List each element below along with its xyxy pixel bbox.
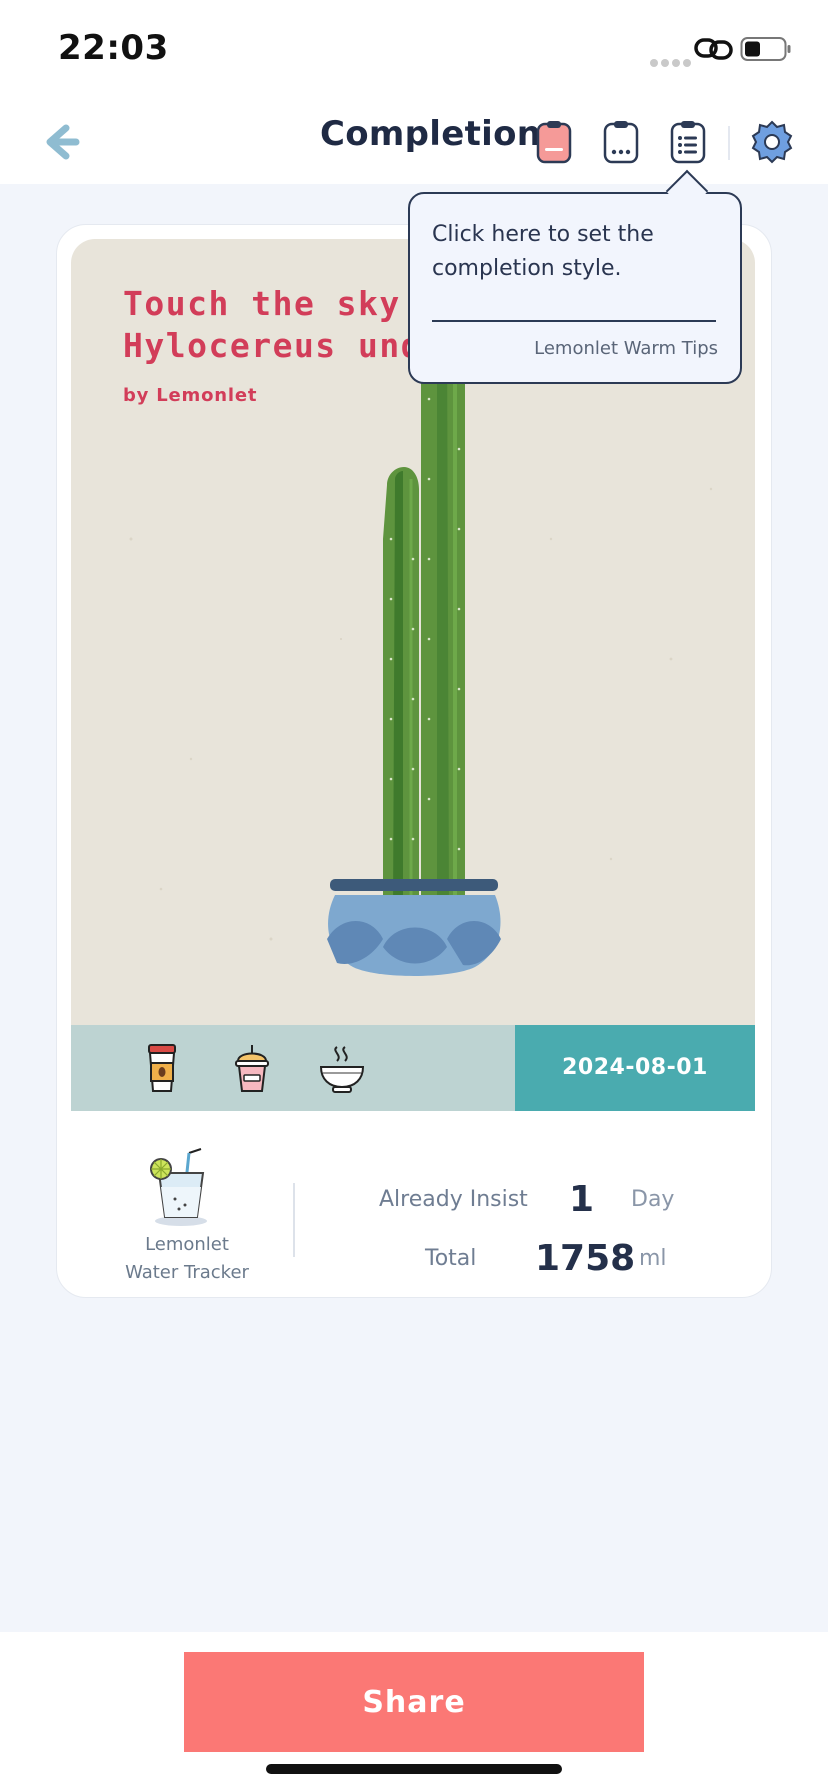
- clipboard-list-icon[interactable]: [668, 118, 708, 166]
- tooltip-footer: Lemonlet Warm Tips: [534, 338, 718, 359]
- status-time: 22:03: [58, 28, 169, 68]
- brand-line-2: Water Tracker: [125, 1262, 249, 1283]
- brand-line-1: Lemonlet: [145, 1234, 229, 1255]
- home-indicator: [266, 1764, 562, 1774]
- tooltip-divider: [432, 320, 716, 322]
- poster-date: 2024-08-01: [515, 1025, 755, 1111]
- drink-icons-strip: [71, 1025, 515, 1111]
- insist-label: Already Insist: [379, 1187, 528, 1212]
- brand-name: Lemonlet Water Tracker: [97, 1231, 277, 1287]
- coffee-cup-icon: [148, 1044, 176, 1092]
- total-label: Total: [425, 1246, 477, 1271]
- poster-byline: by Lemonlet: [123, 385, 258, 406]
- completion-card: Touch the sky li Hylocereus unda by Lemo…: [56, 224, 772, 1298]
- total-value: 1758: [535, 1238, 636, 1279]
- nav-bar: Completion: [0, 100, 828, 184]
- lemonade-glass-icon: [150, 1148, 207, 1226]
- status-bar: 22:03: [0, 0, 828, 100]
- stats-divider: [293, 1183, 295, 1257]
- share-button[interactable]: Share: [184, 1652, 644, 1752]
- insist-unit: Day: [631, 1187, 675, 1212]
- nav-divider: [728, 126, 730, 160]
- total-unit: ml: [639, 1246, 667, 1271]
- clipboard-red-icon[interactable]: [534, 118, 574, 166]
- insist-value: 1: [569, 1179, 595, 1220]
- clipboard-dots-icon[interactable]: [601, 118, 641, 166]
- bubble-tea-icon: [235, 1045, 269, 1092]
- back-arrow-icon[interactable]: [36, 118, 84, 166]
- page-title: Completion: [320, 114, 542, 154]
- signal-dots-icon: [650, 52, 694, 71]
- link-icon: [694, 38, 733, 60]
- hot-soup-bowl-icon: [319, 1046, 365, 1093]
- gear-icon[interactable]: [748, 118, 796, 166]
- tooltip-text: Click here to set the completion style.: [432, 222, 654, 281]
- battery-icon: [740, 37, 791, 61]
- tip-popover[interactable]: Click here to set the completion style. …: [408, 192, 742, 384]
